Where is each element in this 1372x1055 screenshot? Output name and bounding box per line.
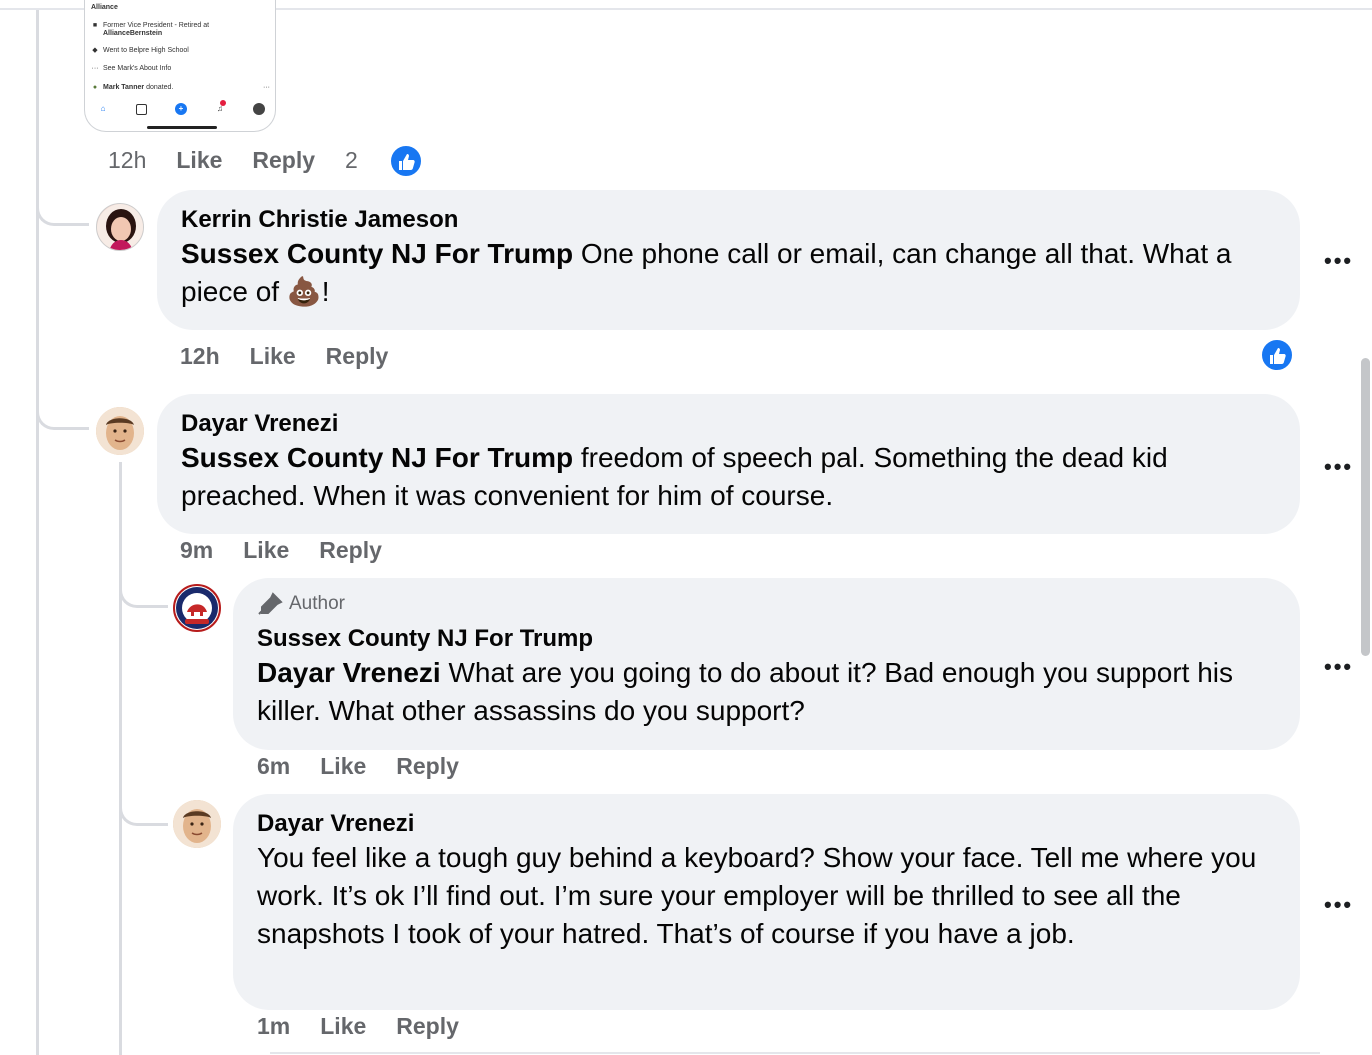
thread-line-sub — [119, 462, 122, 1055]
home-icon: ⌂ — [100, 104, 106, 113]
comment-time[interactable]: 6m — [257, 753, 290, 780]
comment-time[interactable]: 12h — [180, 343, 220, 370]
more-options-button[interactable]: ••• — [1324, 248, 1353, 274]
plus-icon: + — [175, 103, 187, 115]
thread-line-main — [36, 10, 39, 1055]
thread-connector — [119, 578, 168, 608]
thread-connector — [119, 796, 168, 826]
user-avatar-image — [173, 800, 221, 848]
mentioned-tag[interactable]: Dayar Vrenezi — [257, 657, 441, 688]
comment-bubble: Dayar Vrenezi Sussex County NJ For Trump… — [157, 394, 1300, 534]
comment-meta: 1m Like Reply — [257, 1013, 489, 1040]
author-badge-label: Author — [289, 593, 345, 614]
comment-time[interactable]: 9m — [180, 537, 213, 564]
comment-body: You feel like a tough guy behind a keybo… — [257, 842, 1257, 949]
comment-text: Sussex County NJ For Trump One phone cal… — [181, 235, 1276, 311]
thumbs-up-icon — [1270, 348, 1286, 364]
comment-bubble: Kerrin Christie Jameson Sussex County NJ… — [157, 190, 1300, 330]
reply-link[interactable]: Reply — [396, 753, 459, 780]
user-avatar-image — [96, 407, 144, 455]
more-options-button[interactable]: ••• — [1324, 454, 1353, 480]
comment-author[interactable]: Sussex County NJ For Trump — [257, 624, 1276, 654]
reply-link[interactable]: Reply — [396, 1013, 459, 1040]
comment-meta: 6m Like Reply — [257, 753, 489, 780]
like-link[interactable]: Like — [243, 537, 289, 564]
thread-connector — [36, 196, 89, 226]
comment-bubble: Author Sussex County NJ For Trump Dayar … — [233, 578, 1300, 750]
comment-text: Dayar Vrenezi What are you going to do a… — [257, 654, 1276, 730]
attached-screenshot-image[interactable]: Alliance ■ Former Vice President - Retire… — [84, 0, 276, 132]
scrollbar[interactable] — [1361, 358, 1370, 656]
home-indicator — [147, 126, 217, 129]
avatar[interactable] — [96, 203, 144, 251]
video-icon — [136, 104, 147, 115]
user-avatar-image — [97, 204, 143, 250]
avatar[interactable] — [96, 407, 144, 455]
graduation-cap-icon: ◆ — [92, 47, 98, 54]
comment-author[interactable]: Dayar Vrenezi — [257, 809, 1276, 839]
comment-bubble: Dayar Vrenezi You feel like a tough guy … — [233, 794, 1300, 1010]
comment-meta: 12h Like Reply — [180, 343, 418, 370]
ellipsis-icon: ··· — [91, 65, 99, 72]
screenshot-row-school: ◆ Went to Belpre High School — [92, 47, 189, 54]
reply-link[interactable]: Reply — [319, 537, 382, 564]
avatar[interactable] — [173, 584, 221, 632]
like-link[interactable]: Like — [176, 147, 222, 174]
comment-text: Sussex County NJ For Trump freedom of sp… — [181, 439, 1276, 515]
like-link[interactable]: Like — [250, 343, 296, 370]
comment-time[interactable]: 12h — [108, 147, 146, 174]
thread-connector — [36, 400, 89, 430]
microphone-icon — [258, 592, 283, 615]
screenshot-row-work: ■ Former Vice President - Retired at Alli… — [92, 22, 210, 37]
author-badge: Author — [257, 591, 1276, 617]
comment-meta: 9m Like Reply — [180, 537, 412, 564]
comment-author[interactable]: Dayar Vrenezi — [181, 409, 1276, 439]
avatar[interactable] — [173, 800, 221, 848]
notification-dot — [220, 100, 226, 106]
briefcase-icon: ■ — [92, 22, 98, 29]
more-options-button[interactable]: ••• — [1324, 892, 1353, 918]
reply-link[interactable]: Reply — [326, 343, 389, 370]
like-reaction-badge[interactable] — [1260, 338, 1294, 372]
mentioned-tag[interactable]: Sussex County NJ For Trump — [181, 442, 573, 473]
like-link[interactable]: Like — [320, 753, 366, 780]
profile-icon — [253, 103, 265, 115]
screenshot-row-about: ··· See Mark's About Info — [91, 65, 172, 72]
avatar-icon: ● — [92, 84, 98, 91]
more-icon: ··· — [263, 84, 270, 91]
comment-time[interactable]: 1m — [257, 1013, 290, 1040]
screenshot-row-donated: ● Mark Tanner donated. ··· — [92, 84, 270, 91]
screenshot-header: Alliance — [91, 4, 118, 11]
more-options-button[interactable]: ••• — [1324, 654, 1353, 680]
screenshot-nav-bar: ⌂ + ♫ — [85, 100, 275, 120]
comment-author[interactable]: Kerrin Christie Jameson — [181, 205, 1276, 235]
like-link[interactable]: Like — [320, 1013, 366, 1040]
mentioned-tag[interactable]: Sussex County NJ For Trump — [181, 238, 573, 269]
page-logo-image — [176, 587, 218, 629]
reaction-count[interactable]: 2 — [345, 147, 358, 174]
like-reaction-badge[interactable] — [389, 144, 423, 178]
bottom-divider — [270, 1052, 1320, 1054]
comment-meta: 12h Like Reply 2 — [108, 147, 362, 174]
thumbs-up-icon — [399, 154, 415, 170]
reply-link[interactable]: Reply — [252, 147, 315, 174]
